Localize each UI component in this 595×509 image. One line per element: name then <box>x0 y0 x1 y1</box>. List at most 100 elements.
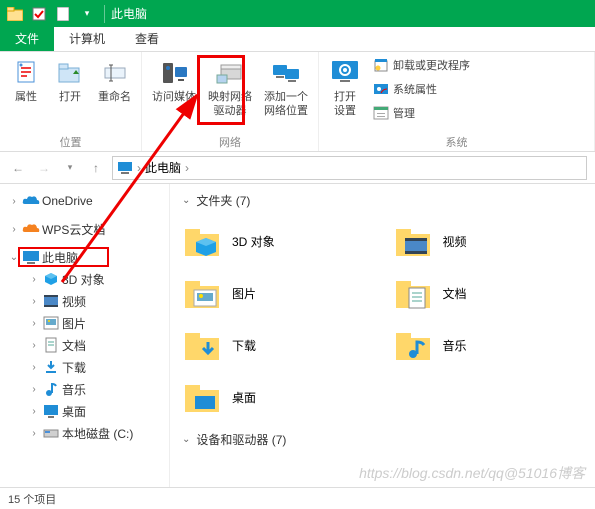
folder-pictures[interactable]: 图片 <box>182 271 373 315</box>
quick-access-toolbar: ▾ <box>4 3 98 25</box>
network-monitors-icon <box>270 56 302 88</box>
access-media-button[interactable]: 访问媒体 <box>148 54 200 106</box>
document-icon[interactable] <box>52 3 74 25</box>
nav-3d-objects[interactable]: ›3D 对象 <box>0 268 169 290</box>
pictures-icon <box>182 275 222 311</box>
open-button[interactable]: 打开 <box>50 54 90 106</box>
breadcrumb-sep: › <box>185 161 189 175</box>
manage-row[interactable]: 管理 <box>373 102 470 124</box>
nav-music[interactable]: ›音乐 <box>0 378 169 400</box>
onedrive-icon <box>22 192 40 210</box>
chevron-right-icon[interactable]: › <box>28 318 40 329</box>
ribbon-group-system: 打开 设置 卸载或更改程序 系统属性 管理 系统 <box>319 52 595 151</box>
properties-button[interactable]: 属性 <box>6 54 46 106</box>
folder-music[interactable]: 音乐 <box>393 323 584 367</box>
this-pc-icon <box>22 248 40 266</box>
status-bar: 15 个项目 <box>0 487 595 509</box>
this-pc-icon <box>117 160 133 176</box>
desktop-icon <box>182 379 222 415</box>
nav-onedrive[interactable]: ›OneDrive <box>0 190 169 212</box>
documents-icon <box>393 275 433 311</box>
back-button[interactable]: ← <box>8 158 28 178</box>
checkbox-icon[interactable] <box>28 3 50 25</box>
up-button[interactable]: ↑ <box>86 158 106 178</box>
chevron-right-icon[interactable]: › <box>28 296 40 307</box>
properties-icon <box>10 56 42 88</box>
system-properties-icon <box>373 81 389 97</box>
ribbon-group-location: 属性 打开 重命名 位置 <box>0 52 142 151</box>
nav-desktop[interactable]: ›桌面 <box>0 400 169 422</box>
folder-documents[interactable]: 文档 <box>393 271 584 315</box>
breadcrumb-sep: › <box>137 161 141 175</box>
chevron-right-icon[interactable]: › <box>28 340 40 351</box>
devices-header[interactable]: ⌄设备和驱动器 (7) <box>182 431 583 448</box>
nav-documents[interactable]: ›文档 <box>0 334 169 356</box>
uninstall-programs-row[interactable]: 卸载或更改程序 <box>373 54 470 76</box>
media-server-icon <box>158 56 190 88</box>
videos-icon <box>393 223 433 259</box>
downloads-icon <box>182 327 222 363</box>
disk-icon <box>42 424 60 442</box>
forward-button[interactable]: → <box>34 158 54 178</box>
map-drive-button[interactable]: 映射网络 驱动器 <box>204 54 256 120</box>
chevron-right-icon[interactable]: › <box>28 274 40 285</box>
nav-pictures[interactable]: ›图片 <box>0 312 169 334</box>
chevron-right-icon[interactable]: › <box>8 196 20 207</box>
title-bar: ▾ 此电脑 <box>0 0 595 27</box>
nav-this-pc[interactable]: ⌄此电脑 <box>0 246 169 268</box>
folder-3d-objects[interactable]: 3D 对象 <box>182 219 373 263</box>
address-field[interactable]: › 此电脑 › <box>112 156 587 180</box>
system-properties-row[interactable]: 系统属性 <box>373 78 470 100</box>
documents-icon <box>42 336 60 354</box>
address-bar: ← → ▾ ↑ › 此电脑 › <box>0 152 595 184</box>
uninstall-icon <box>373 57 389 73</box>
open-settings-button[interactable]: 打开 设置 <box>325 54 365 120</box>
wps-cloud-icon <box>22 220 40 238</box>
folder-videos[interactable]: 视频 <box>393 219 584 263</box>
chevron-right-icon[interactable]: › <box>28 384 40 395</box>
chevron-right-icon[interactable]: › <box>8 224 20 235</box>
rename-icon <box>99 56 131 88</box>
chevron-right-icon[interactable]: › <box>28 362 40 373</box>
3d-objects-icon <box>42 270 60 288</box>
tab-computer[interactable]: 计算机 <box>54 27 120 51</box>
nav-pane: ›OneDrive ›WPS云文档 ⌄此电脑 ›3D 对象 ›视频 ›图片 ›文… <box>0 184 170 487</box>
ribbon-tabs: 文件 计算机 查看 <box>0 27 595 52</box>
videos-icon <box>42 292 60 310</box>
tab-file[interactable]: 文件 <box>0 27 54 51</box>
nav-downloads[interactable]: ›下载 <box>0 356 169 378</box>
desktop-icon <box>42 402 60 420</box>
chevron-right-icon[interactable]: › <box>28 428 40 439</box>
chevron-right-icon[interactable]: › <box>28 406 40 417</box>
folder-downloads[interactable]: 下载 <box>182 323 373 367</box>
nav-local-disk-c[interactable]: ›本地磁盘 (C:) <box>0 422 169 444</box>
recent-dropdown[interactable]: ▾ <box>60 158 80 178</box>
rename-button[interactable]: 重命名 <box>94 54 135 106</box>
folders-header[interactable]: ⌄文件夹 (7) <box>182 192 583 209</box>
content-pane: ⌄文件夹 (7) 3D 对象 视频 图片 文档 下载 音乐 桌面 ⌄设备和驱动器… <box>170 184 595 487</box>
music-icon <box>42 380 60 398</box>
chevron-down-icon[interactable]: ⌄ <box>182 195 190 206</box>
ribbon: 属性 打开 重命名 位置 访问媒体 映射网络 驱动器 <box>0 52 595 152</box>
qat-dropdown-icon[interactable]: ▾ <box>76 3 98 25</box>
folder-desktop[interactable]: 桌面 <box>182 375 373 419</box>
ribbon-group-network: 访问媒体 映射网络 驱动器 添加一个 网络位置 网络 <box>142 52 319 151</box>
nav-wps[interactable]: ›WPS云文档 <box>0 218 169 240</box>
chevron-down-icon[interactable]: ⌄ <box>8 252 20 263</box>
body-area: ›OneDrive ›WPS云文档 ⌄此电脑 ›3D 对象 ›视频 ›图片 ›文… <box>0 184 595 487</box>
folder-icon[interactable] <box>4 3 26 25</box>
open-folder-icon <box>54 56 86 88</box>
map-drive-icon <box>214 56 246 88</box>
chevron-down-icon[interactable]: ⌄ <box>182 434 190 445</box>
tab-view[interactable]: 查看 <box>120 27 174 51</box>
settings-gear-icon <box>329 56 361 88</box>
nav-videos[interactable]: ›视频 <box>0 290 169 312</box>
breadcrumb-item[interactable]: 此电脑 <box>145 159 181 176</box>
pictures-icon <box>42 314 60 332</box>
window-title: 此电脑 <box>111 5 147 22</box>
add-network-location-button[interactable]: 添加一个 网络位置 <box>260 54 312 120</box>
music-icon <box>393 327 433 363</box>
downloads-icon <box>42 358 60 376</box>
manage-icon <box>373 105 389 121</box>
title-divider <box>104 5 105 23</box>
